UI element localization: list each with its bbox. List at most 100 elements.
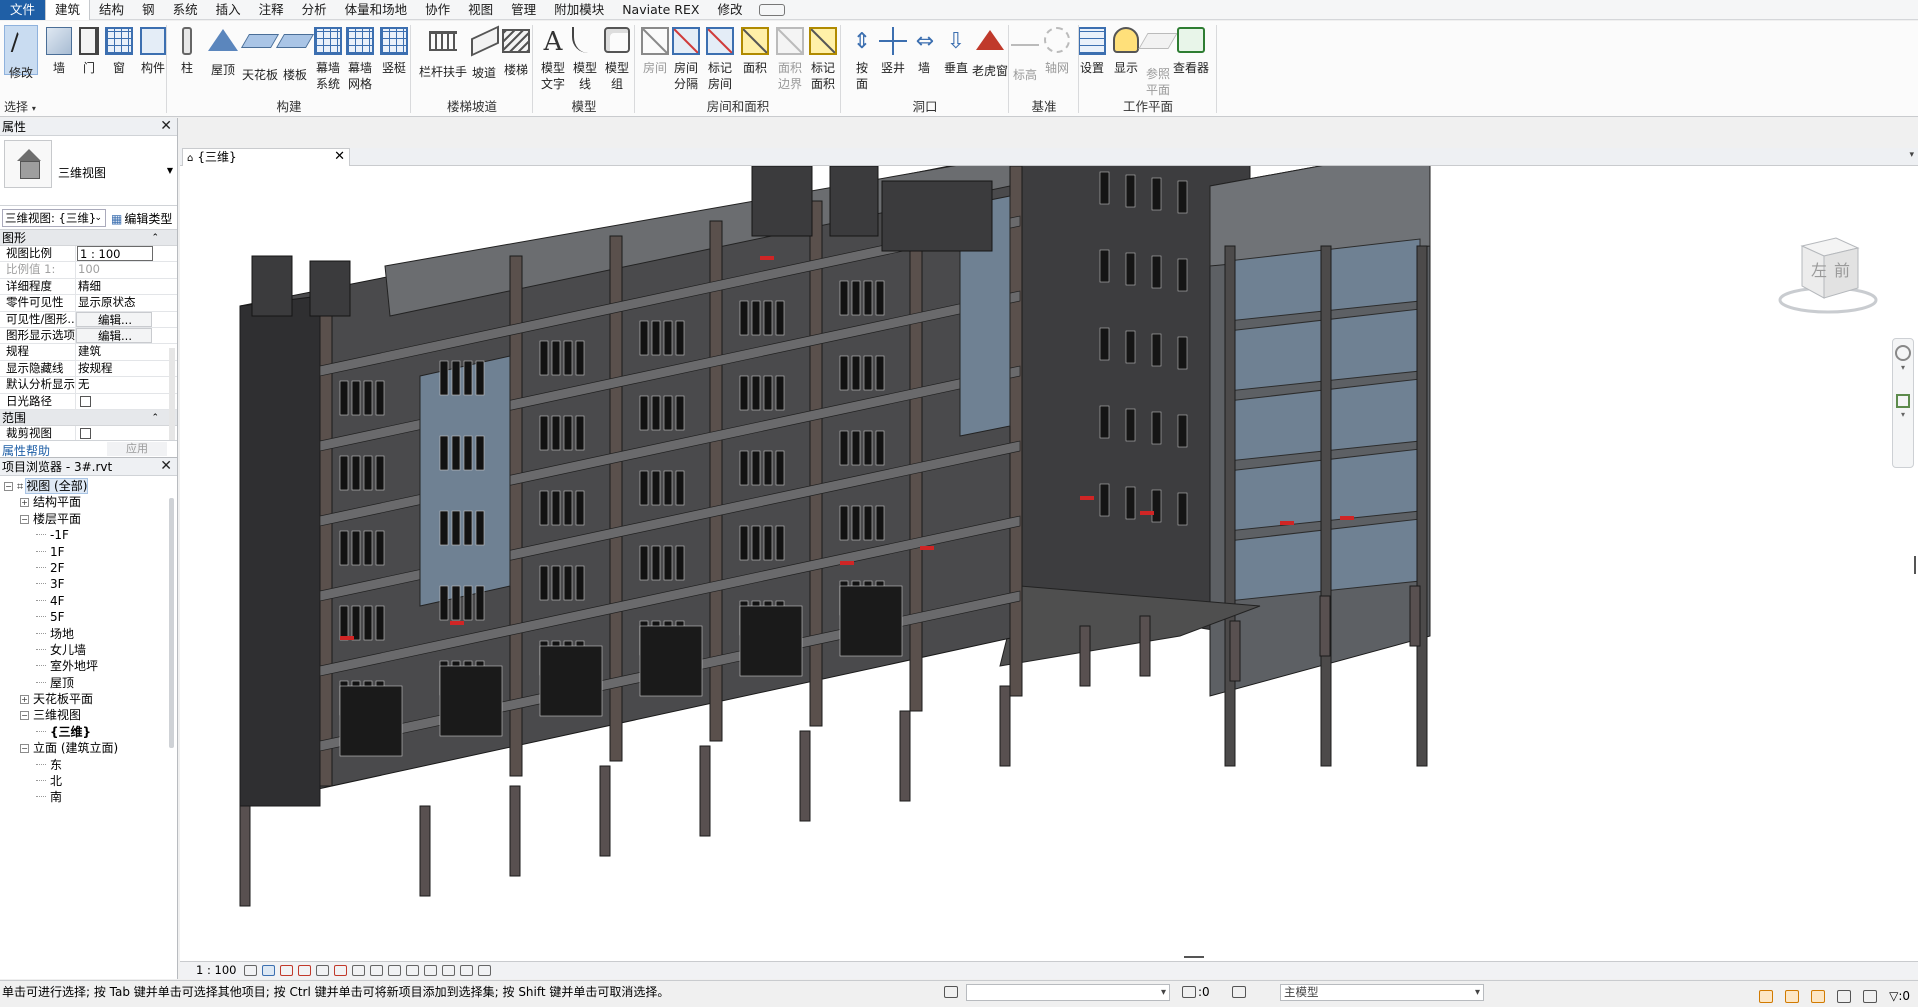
window[interactable] <box>475 585 485 621</box>
collapse-icon[interactable]: − <box>20 514 29 524</box>
highlight-icon[interactable] <box>442 965 455 976</box>
window[interactable] <box>751 375 761 411</box>
window[interactable] <box>363 605 373 641</box>
window[interactable] <box>339 455 349 491</box>
property-value[interactable]: 精细 <box>76 279 152 294</box>
menu-tab-8[interactable]: 体量和场地 <box>336 0 417 20</box>
panel-label-3[interactable]: 模型 <box>534 98 634 115</box>
menu-tab-6[interactable]: 注释 <box>250 0 293 20</box>
sun-path-icon[interactable] <box>280 965 293 976</box>
tree-node[interactable]: 东 <box>0 757 170 773</box>
window[interactable] <box>751 300 761 336</box>
worksharing-icon[interactable] <box>424 965 437 976</box>
property-row[interactable]: 可见性/图形... 编辑... <box>0 311 177 328</box>
window[interactable] <box>1099 483 1110 517</box>
pilaster[interactable] <box>809 200 823 727</box>
property-value[interactable]: 编辑... <box>76 327 152 344</box>
menu-tab-12[interactable]: 附加模块 <box>545 0 613 20</box>
tree-node[interactable]: − 立面 (建筑立面) <box>0 740 170 756</box>
property-row[interactable]: 默认分析显示...无 <box>0 377 177 394</box>
ribbon-button-4[interactable]: 构件 <box>136 25 170 115</box>
window[interactable] <box>539 565 549 601</box>
scrollbar[interactable] <box>169 498 174 748</box>
tag-marker[interactable] <box>840 561 854 565</box>
window[interactable] <box>575 415 585 451</box>
ribbon-button-1[interactable]: 墙 <box>44 25 74 115</box>
window[interactable] <box>663 320 673 356</box>
base-column[interactable] <box>1229 620 1241 682</box>
base-column[interactable] <box>419 805 431 897</box>
window[interactable] <box>863 355 873 391</box>
window[interactable] <box>563 340 573 376</box>
window[interactable] <box>1099 171 1110 205</box>
chevron-down-icon[interactable]: ▼ <box>167 166 173 175</box>
window[interactable] <box>463 360 473 396</box>
expand-icon[interactable]: + <box>20 695 29 705</box>
ribbon-button-2[interactable]: 门 <box>74 25 104 115</box>
instance-selector[interactable]: 三维视图: {三维} ⌄ <box>2 209 106 227</box>
window[interactable] <box>363 380 373 416</box>
tree-node[interactable]: -1F <box>0 527 170 543</box>
crop-view-icon[interactable] <box>334 965 347 976</box>
tree-node[interactable]: 女儿墙 <box>0 642 170 658</box>
select-underlay-icon[interactable] <box>1785 989 1800 1003</box>
splitter-handle[interactable] <box>1184 956 1204 958</box>
window[interactable] <box>851 430 861 466</box>
window[interactable] <box>851 280 861 316</box>
storefront[interactable] <box>639 625 703 697</box>
window[interactable] <box>639 320 649 356</box>
render-icon[interactable] <box>316 965 329 976</box>
window[interactable] <box>1177 414 1188 448</box>
window[interactable] <box>451 585 461 621</box>
property-row[interactable]: 规程 建筑 <box>0 344 177 361</box>
base-column[interactable] <box>1079 625 1091 687</box>
tag-marker[interactable] <box>920 546 934 550</box>
analysis-icon[interactable] <box>478 965 491 976</box>
window[interactable] <box>1151 489 1162 523</box>
tag-marker[interactable] <box>1280 521 1294 525</box>
window[interactable] <box>375 380 385 416</box>
window[interactable] <box>375 605 385 641</box>
property-row[interactable]: 图形显示选项 编辑... <box>0 327 177 345</box>
window[interactable] <box>451 360 461 396</box>
crop-region-icon[interactable] <box>352 965 365 976</box>
edit-type-button[interactable]: 编辑类型 <box>111 210 172 227</box>
window[interactable] <box>551 565 561 601</box>
ribbon-button-0[interactable]: 修改 <box>4 25 38 80</box>
tree-node[interactable]: {三维} <box>0 724 170 740</box>
window[interactable] <box>839 430 849 466</box>
property-value[interactable]: 显示原状态 <box>76 295 152 310</box>
base-column[interactable] <box>1409 585 1421 647</box>
menu-tab-2[interactable]: 结构 <box>90 0 133 20</box>
menu-tab-9[interactable]: 协作 <box>416 0 459 20</box>
building-model[interactable] <box>180 166 1918 961</box>
window[interactable] <box>563 415 573 451</box>
window[interactable] <box>351 380 361 416</box>
window[interactable] <box>463 510 473 546</box>
worksets-icon[interactable] <box>944 986 958 998</box>
window[interactable] <box>375 530 385 566</box>
window[interactable] <box>451 510 461 546</box>
property-value[interactable]: 按规程 <box>76 361 152 376</box>
window[interactable] <box>875 430 885 466</box>
window[interactable] <box>639 470 649 506</box>
drag-on-select-icon[interactable] <box>1863 989 1878 1003</box>
window[interactable] <box>351 530 361 566</box>
zoom-icon[interactable] <box>1896 394 1910 408</box>
window[interactable] <box>439 360 449 396</box>
checkbox[interactable] <box>80 395 91 407</box>
tree-node[interactable]: − ⌗ 视图 (全部) <box>0 478 170 494</box>
window[interactable] <box>451 435 461 471</box>
window[interactable] <box>1177 258 1188 292</box>
window[interactable] <box>739 300 749 336</box>
window[interactable] <box>651 470 661 506</box>
window[interactable] <box>863 280 873 316</box>
tab-3d-view[interactable]: ⌂ {三维} ✕ <box>182 148 350 166</box>
ribbon-toggle-icon[interactable] <box>759 3 786 16</box>
tree-node[interactable]: 1F <box>0 544 170 560</box>
roof-tower[interactable] <box>309 260 351 317</box>
base-column[interactable] <box>1319 595 1331 657</box>
window[interactable] <box>1151 177 1162 211</box>
window[interactable] <box>863 430 873 466</box>
tree-node[interactable]: − 三维视图 <box>0 707 170 723</box>
